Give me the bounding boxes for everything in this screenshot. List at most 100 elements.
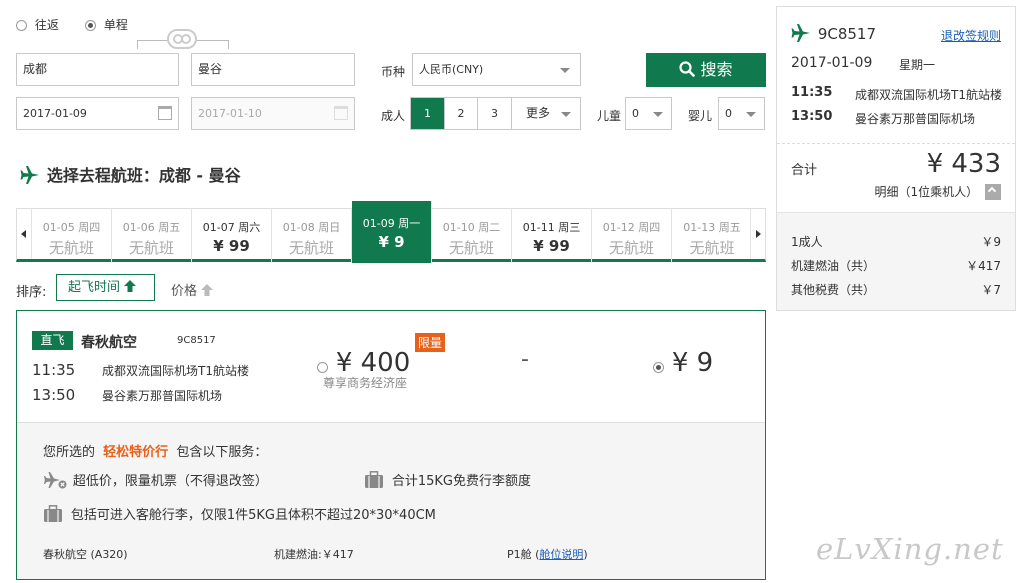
airline-name: 春秋航空 xyxy=(81,335,137,351)
date-tab-weekday: 周四 xyxy=(78,221,101,234)
fare-option-economy[interactable]: ¥ 9 xyxy=(653,348,713,378)
chevron-down-icon xyxy=(561,112,571,117)
date-tab-date: 01-10 周二 xyxy=(432,219,511,235)
adult-option-3[interactable]: 3 xyxy=(477,98,511,129)
date-tab-date: 01-06 周五 xyxy=(112,219,191,235)
arrival-airport: 曼谷素万那普国际机场 xyxy=(102,389,223,403)
adult-selector: 1 2 3 更多 xyxy=(410,97,581,130)
infant-value: 0 xyxy=(725,107,732,120)
breakdown-value: ￥9 xyxy=(981,235,1001,249)
summary-flight-header: 9C8517 xyxy=(791,23,876,43)
swap-cities-icon[interactable] xyxy=(167,29,197,49)
trip-type-oneway[interactable]: 单程 xyxy=(85,16,128,33)
date-tab-day: 01-09 xyxy=(362,217,395,230)
date-tab-price: 无航班 xyxy=(288,239,334,257)
calendar-icon[interactable] xyxy=(158,106,172,120)
breakdown-label: 其他税费（共） xyxy=(791,283,876,297)
date-tab[interactable]: 01-06 周五 无航班 xyxy=(112,209,192,263)
date-tab[interactable]: 01-05 周四 无航班 xyxy=(32,209,112,263)
sort-by-price-button[interactable]: 价格 xyxy=(171,280,214,299)
refund-rules-link[interactable]: 退改签规则 xyxy=(941,27,1001,44)
date-tab[interactable]: 01-09 周一 ¥ 9 xyxy=(352,201,432,263)
breakdown-row: 其他税费（共） ￥7 xyxy=(791,281,1001,298)
services-panel: 您所选的 轻松特价行 包含以下服务： 超低价，限量机票（不得退改签） 合计15K… xyxy=(17,422,765,579)
fare-name: 轻松特价行 xyxy=(103,445,169,460)
infant-select[interactable]: 0 xyxy=(718,97,765,130)
summary-dep-time: 11:35 xyxy=(791,85,833,100)
summary-arr-time: 13:50 xyxy=(791,109,833,124)
date-tab-price: 无航班 xyxy=(689,239,735,257)
chevron-left-icon xyxy=(21,230,26,238)
date-tab-day: 01-06 xyxy=(122,221,155,234)
date-tab-date: 01-07 周六 xyxy=(192,219,271,235)
date-tab-weekday: 周日 xyxy=(318,221,341,234)
adult-option-2[interactable]: 2 xyxy=(444,98,477,129)
departure-airport: 成都双流国际机场T1航站楼 xyxy=(102,364,249,378)
round-trip-radio[interactable] xyxy=(16,20,27,31)
date-tab[interactable]: 01-11 周三 ¥ 99 xyxy=(512,209,592,263)
child-label: 儿童 xyxy=(597,109,622,123)
date-tab[interactable]: 01-08 周日 无航班 xyxy=(272,209,352,263)
breakdown-value: ￥7 xyxy=(981,283,1001,297)
date-tab-date: 01-13 周五 xyxy=(672,219,752,235)
breakdown-row: 机建燃油（共） ￥417 xyxy=(791,257,1001,274)
round-trip-label: 往返 xyxy=(34,18,59,32)
return-date-input[interactable]: 2017-01-10 xyxy=(191,97,355,130)
adult-option-1[interactable]: 1 xyxy=(411,98,444,129)
date-tab-price: ¥ 9 xyxy=(378,233,405,251)
one-way-radio[interactable] xyxy=(85,20,96,31)
fare-class: 尊享商务经济座 xyxy=(323,376,408,390)
direct-tag: 直飞 xyxy=(32,331,73,350)
infant-label: 婴儿 xyxy=(688,109,713,123)
cabin-prefix: P1舱 ( xyxy=(507,548,540,561)
trip-type-round[interactable]: 往返 xyxy=(16,16,59,33)
departure-time: 11:35 xyxy=(32,361,76,379)
chevron-down-icon xyxy=(560,68,570,73)
date-tab-day: 01-07 xyxy=(202,221,235,234)
chevron-down-icon xyxy=(746,112,756,117)
price-detail-toggle[interactable]: 明细（1位乘机人） xyxy=(875,183,1001,200)
fare-radio[interactable] xyxy=(317,362,328,373)
fare-radio[interactable] xyxy=(653,362,664,373)
date-tab[interactable]: 01-10 周二 无航班 xyxy=(432,209,512,263)
summary-dep-airport: 成都双流国际机场T1航站楼 xyxy=(855,88,1002,102)
date-strip: 01-05 周四 无航班 01-06 周五 无航班 01-07 周六 ¥ 99 01-08 … xyxy=(16,201,766,263)
summary-arr-airport: 曼谷素万那普国际机场 xyxy=(855,112,976,126)
date-tab-price: 无航班 xyxy=(128,239,174,257)
breakdown-row: 1成人 ￥9 xyxy=(791,233,1001,250)
date-tab-date: 01-05 周四 xyxy=(32,219,111,235)
currency-value: 人民币(CNY) xyxy=(419,63,484,76)
date-tab[interactable]: 01-12 周四 无航班 xyxy=(592,209,672,263)
date-tab[interactable]: 01-07 周六 ¥ 99 xyxy=(192,209,272,263)
currency-select[interactable]: 人民币(CNY) xyxy=(412,53,581,86)
date-tab-day: 01-05 xyxy=(42,221,75,234)
sort-time-label: 起飞时间 xyxy=(68,280,121,295)
cabin-info-link[interactable]: 舱位说明 xyxy=(539,548,583,561)
airplane-icon xyxy=(791,24,810,42)
date-tab[interactable]: 01-13 周五 无航班 xyxy=(672,209,752,263)
order-summary: 9C8517 退改签规则 2017-01-09 星期一 11:35 成都双流国际… xyxy=(776,6,1016,311)
to-city-input[interactable]: 曼谷 xyxy=(191,53,355,86)
depart-date-input[interactable]: 2017-01-09 xyxy=(16,97,179,130)
collapse-icon[interactable] xyxy=(985,184,1001,200)
sort-price-label: 价格 xyxy=(171,284,198,299)
date-tab-weekday: 周三 xyxy=(558,221,581,234)
service-item2-text: 合计15KG免费行李额度 xyxy=(391,474,531,489)
adult-more-select[interactable]: 更多 xyxy=(511,98,580,129)
next-dates-button[interactable] xyxy=(750,209,765,259)
child-value: 0 xyxy=(632,107,639,120)
arrow-up-icon xyxy=(201,284,214,296)
search-button[interactable]: 搜索 xyxy=(646,53,766,87)
detail-label: 明细（1位乘机人） xyxy=(874,185,979,199)
date-tab-day: 01-13 xyxy=(683,221,716,234)
date-tab-price: 无航班 xyxy=(448,239,494,257)
adult-label: 成人 xyxy=(381,109,406,123)
child-select[interactable]: 0 xyxy=(625,97,672,130)
from-city-input[interactable]: 成都 xyxy=(16,53,179,86)
sort-by-time-button[interactable]: 起飞时间 xyxy=(56,274,155,301)
date-tab-date: 01-12 周四 xyxy=(592,219,671,235)
summary-date: 2017-01-09 xyxy=(791,55,873,71)
divider xyxy=(777,143,1015,144)
prev-dates-button[interactable] xyxy=(17,209,32,259)
service-item1-text: 超低价，限量机票（不得退改签） xyxy=(72,474,268,489)
